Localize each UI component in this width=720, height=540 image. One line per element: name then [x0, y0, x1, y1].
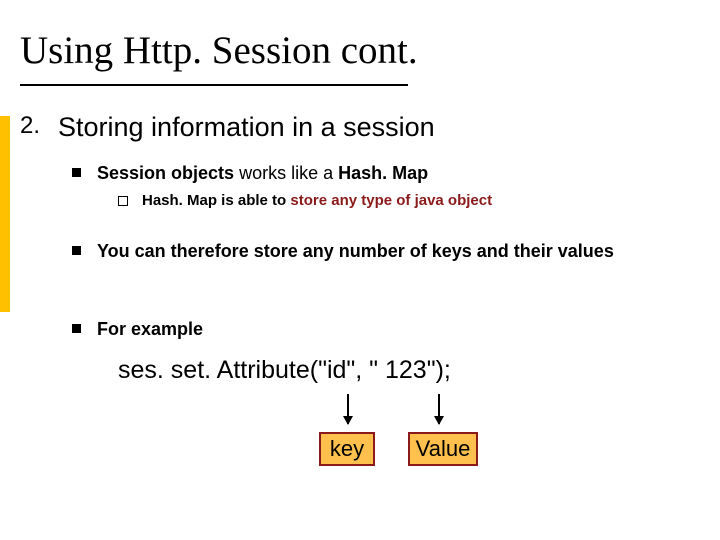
value-box: Value	[408, 432, 478, 466]
bullet-1-text: Session objects works like a Hash. Map	[97, 162, 428, 185]
slide-title: Using Http. Session cont.	[20, 28, 418, 73]
bullet-item-1: Session objects works like a Hash. Map	[72, 162, 428, 185]
bullet-1-part-c: Hash. Map	[338, 163, 428, 183]
bullet-3-text: For example	[97, 318, 203, 341]
title-underline	[20, 84, 408, 86]
list-number: 2.	[20, 112, 40, 140]
value-box-label: Value	[416, 436, 471, 462]
sub-bullet-1a-part-a: Hash. Map is able to	[142, 192, 290, 209]
slide: Using Http. Session cont. 2. Storing inf…	[0, 0, 720, 540]
bullet-item-3: For example	[72, 318, 203, 341]
bullet-item-2: You can therefore store any number of ke…	[72, 240, 672, 263]
section-heading: Storing information in a session	[58, 112, 435, 143]
accent-bar	[0, 116, 10, 312]
key-box-label: key	[330, 436, 364, 462]
sub-bullet-1a-text: Hash. Map is able to store any type of j…	[142, 192, 492, 211]
code-example: ses. set. Attribute("id", " 123");	[118, 356, 451, 385]
key-box: key	[319, 432, 375, 466]
arrow-key	[347, 394, 349, 424]
sub-bullet-item-1a: Hash. Map is able to store any type of j…	[118, 192, 492, 211]
square-bullet-icon	[72, 324, 81, 333]
arrow-value	[438, 394, 440, 424]
open-square-bullet-icon	[118, 196, 128, 206]
bullet-1-part-b: works like a	[234, 163, 338, 183]
bullet-2-text: You can therefore store any number of ke…	[97, 240, 614, 263]
bullet-1-part-a: Session objects	[97, 163, 234, 183]
square-bullet-icon	[72, 246, 81, 255]
sub-bullet-1a-emph: store any type of java object	[290, 192, 492, 209]
square-bullet-icon	[72, 168, 81, 177]
